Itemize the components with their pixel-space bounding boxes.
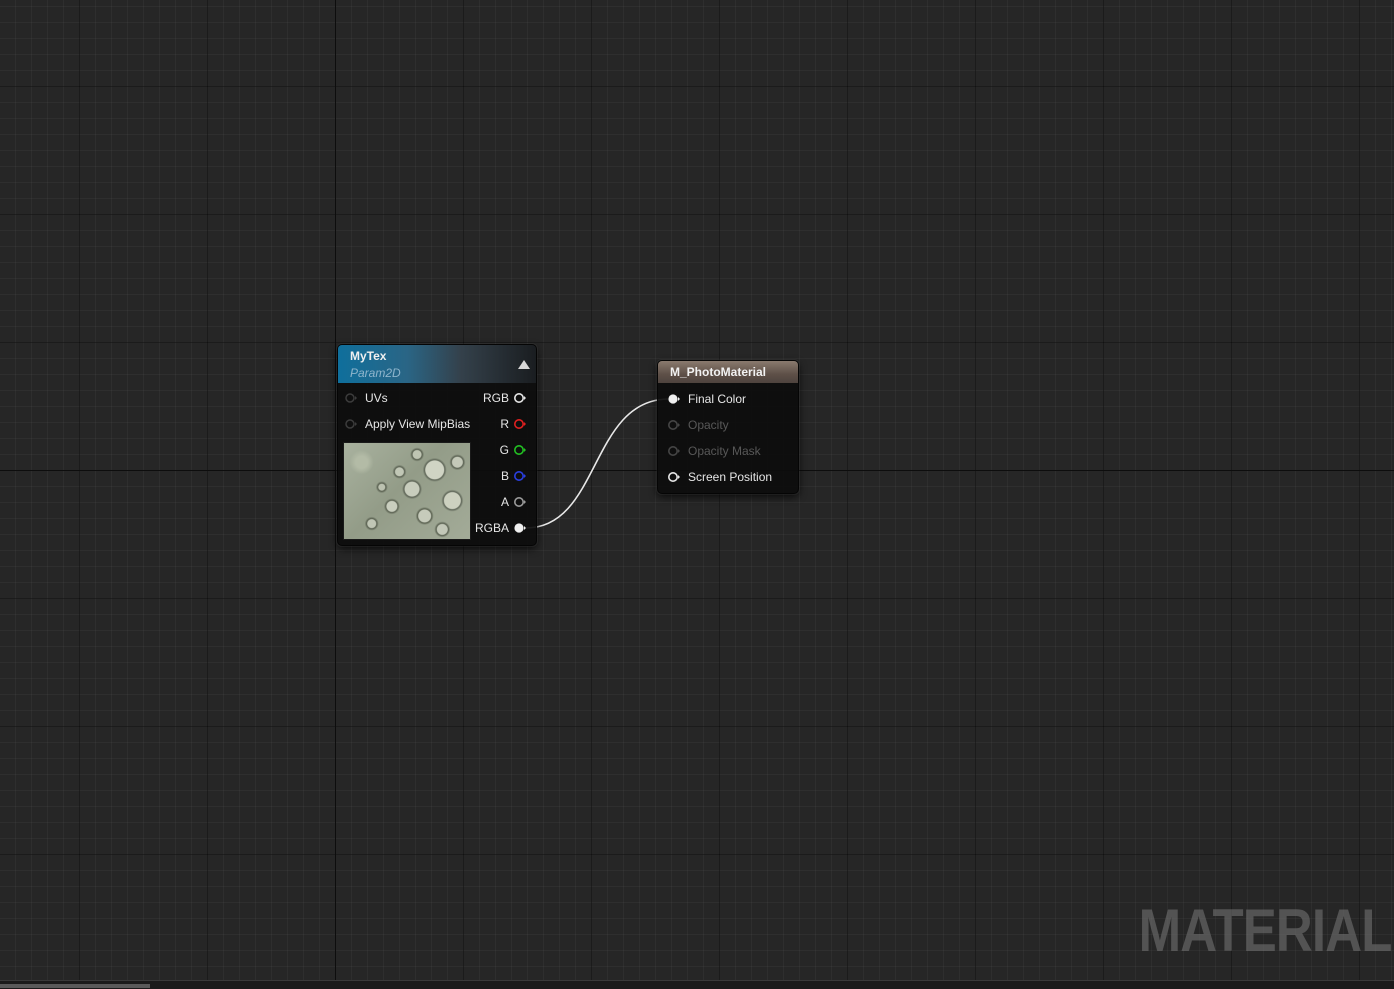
wire-rgba-to-final-color[interactable] xyxy=(525,398,669,529)
output-pin-a[interactable] xyxy=(514,496,526,508)
output-label-b: B xyxy=(500,469,509,483)
output-label-rgba: RGBA xyxy=(474,521,509,535)
output-label-g: G xyxy=(499,443,509,457)
output-label-r: R xyxy=(500,417,509,431)
input-label-screen-position: Screen Position xyxy=(688,470,773,484)
input-label-apply-view-mipbias: Apply View MipBias xyxy=(365,417,471,431)
output-pin-rgba[interactable] xyxy=(514,522,526,534)
texture-parameter-node[interactable]: MyTex Param2D UVs Apply View MipBias RGB… xyxy=(337,344,537,546)
input-label-final-color: Final Color xyxy=(688,392,747,406)
texture-node-subtitle: Param2D xyxy=(350,366,401,380)
output-pin-g[interactable] xyxy=(514,444,526,456)
output-pin-r[interactable] xyxy=(514,418,526,430)
input-label-opacity: Opacity xyxy=(688,418,729,432)
input-label-opacity-mask: Opacity Mask xyxy=(688,444,761,458)
material-result-node[interactable]: M_PhotoMaterial Final Color Opacity Opac… xyxy=(657,360,799,494)
input-pin-opacity[interactable] xyxy=(668,419,680,431)
collapse-arrow-icon[interactable] xyxy=(518,360,530,369)
output-pin-b[interactable] xyxy=(514,470,526,482)
input-label-uvs: UVs xyxy=(365,391,388,405)
material-graph-canvas[interactable]: MyTex Param2D UVs Apply View MipBias RGB… xyxy=(0,0,1394,980)
texture-preview-thumbnail xyxy=(343,442,471,540)
texture-node-header[interactable]: MyTex Param2D xyxy=(338,345,536,383)
input-pin-uvs[interactable] xyxy=(345,392,357,404)
graph-type-watermark: MATERIAL xyxy=(1139,897,1393,964)
input-pin-final-color[interactable] xyxy=(668,393,680,405)
material-node-header[interactable]: M_PhotoMaterial xyxy=(658,361,798,383)
input-pin-screen-position[interactable] xyxy=(668,471,680,483)
texture-node-title: MyTex xyxy=(350,349,387,363)
material-node-title: M_PhotoMaterial xyxy=(670,365,767,379)
output-label-rgb: RGB xyxy=(482,391,509,405)
input-pin-apply-view-mipbias[interactable] xyxy=(345,418,357,430)
output-pin-rgb[interactable] xyxy=(514,392,526,404)
input-pin-opacity-mask[interactable] xyxy=(668,445,680,457)
horizontal-scrollbar[interactable] xyxy=(0,984,150,988)
graph-origin-vertical-axis xyxy=(335,0,336,980)
output-label-a: A xyxy=(500,495,509,509)
